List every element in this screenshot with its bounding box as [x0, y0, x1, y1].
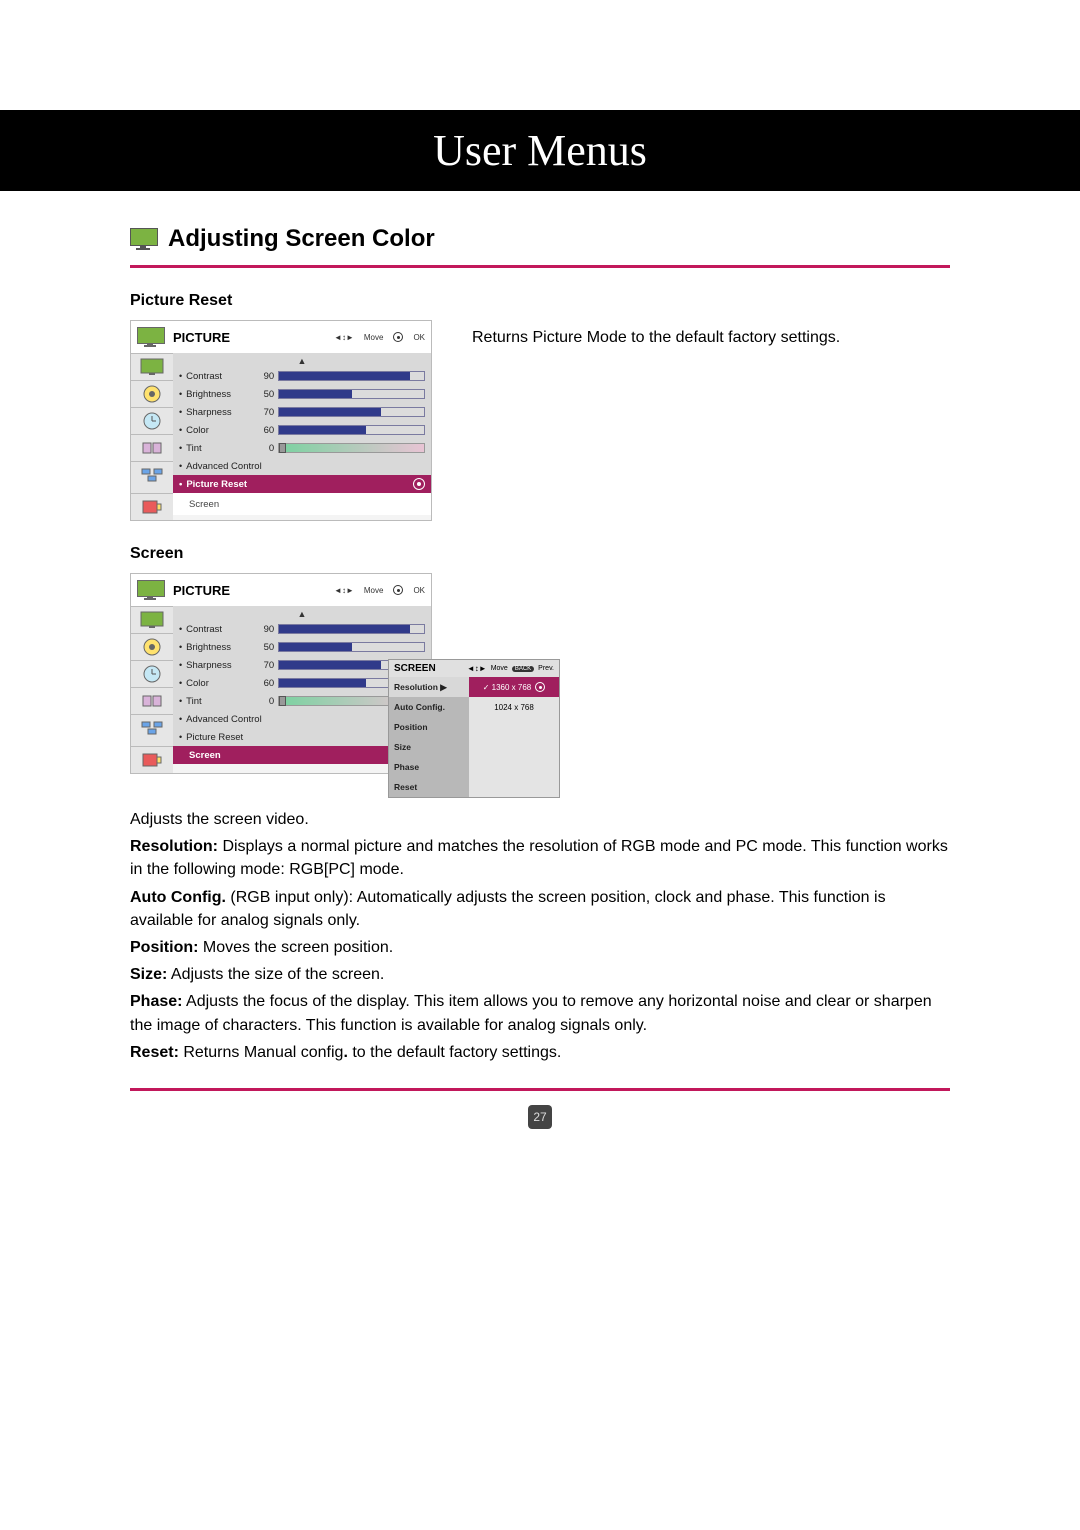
phase-description: Phase: Adjusts the focus of the display.… [130, 990, 950, 1036]
submenu-title: SCREEN [394, 663, 461, 674]
scroll-up-icon[interactable]: ▲ [173, 355, 431, 367]
sidebar-item-option[interactable] [131, 687, 173, 714]
menu-item-picture-reset-selected[interactable]: • Picture Reset [173, 475, 431, 493]
sidebar-item-audio[interactable] [131, 633, 173, 660]
osd-legend: ◄↕► Move OK [334, 585, 425, 595]
menu-item-brightness[interactable]: • Brightness 50 [173, 385, 431, 403]
footer-divider [130, 1088, 950, 1091]
sidebar-item-usb[interactable] [131, 493, 173, 520]
osd-panel-screen: PICTURE ◄↕► Move OK [130, 573, 432, 774]
page-title-bar: User Menus [0, 110, 1080, 191]
ok-icon [393, 332, 403, 342]
menu-item-tint[interactable]: • Tint 0 [173, 439, 431, 457]
submenu-item-size[interactable]: Size [389, 737, 469, 757]
page-number: 27 [528, 1105, 552, 1129]
sidebar-item-time[interactable] [131, 660, 173, 687]
nav-arrows-icon: ◄↕► [334, 586, 354, 595]
resolution-option-1024[interactable]: 1024 x 768 [469, 697, 559, 717]
nav-arrows-icon: ◄↕► [334, 333, 354, 342]
menu-item-brightness[interactable]: • Brightness 50 [173, 638, 431, 656]
menu-item-contrast[interactable]: • Contrast 90 [173, 367, 431, 385]
section-header: Adjusting Screen Color [130, 225, 950, 268]
menu-item-screen[interactable]: Screen [173, 493, 431, 515]
submenu-item-auto-config[interactable]: Auto Config. [389, 697, 469, 717]
osd-sidebar [131, 606, 173, 746]
sidebar-item-network[interactable] [131, 461, 173, 488]
reset-description: Reset: Returns Manual config. to the def… [130, 1041, 950, 1064]
submenu-legend: ◄↕► Move BACK Prev. [467, 664, 554, 673]
picture-reset-heading: Picture Reset [130, 292, 950, 310]
menu-item-advanced[interactable]: • Advanced Control [173, 457, 431, 475]
osd-title: PICTURE [173, 583, 334, 598]
auto-config-description: Auto Config. (RGB input only): Automatic… [130, 886, 950, 932]
screen-heading: Screen [130, 545, 950, 563]
osd-panel-picture-reset: PICTURE ◄↕► Move OK [130, 320, 432, 521]
selected-icon [535, 682, 545, 692]
osd-legend: ◄↕► Move OK [334, 332, 425, 342]
sidebar-item-network[interactable] [131, 714, 173, 741]
sidebar-item-time[interactable] [131, 407, 173, 434]
resolution-option-1360[interactable]: ✓ 1360 x 768 [469, 677, 559, 697]
size-description: Size: Adjusts the size of the screen. [130, 963, 950, 986]
sidebar-item-picture[interactable] [131, 353, 173, 380]
monitor-icon [130, 228, 158, 250]
monitor-icon [137, 327, 165, 347]
page-title: User Menus [433, 126, 647, 175]
menu-item-contrast[interactable]: • Contrast 90 [173, 620, 431, 638]
screen-intro: Adjusts the screen video. [130, 808, 950, 831]
menu-item-color[interactable]: • Color 60 [173, 421, 431, 439]
sidebar-item-audio[interactable] [131, 380, 173, 407]
sidebar-item-picture[interactable] [131, 606, 173, 633]
menu-item-sharpness[interactable]: • Sharpness 70 [173, 403, 431, 421]
sidebar-item-option[interactable] [131, 434, 173, 461]
submenu-item-phase[interactable]: Phase [389, 757, 469, 777]
sidebar-item-usb[interactable] [131, 746, 173, 773]
osd-sidebar [131, 353, 173, 493]
screen-submenu: SCREEN ◄↕► Move BACK Prev. Resolution ▶ … [388, 659, 560, 798]
osd-title: PICTURE [173, 330, 334, 345]
resolution-description: Resolution: Displays a normal picture an… [130, 835, 950, 881]
section-title: Adjusting Screen Color [168, 225, 435, 253]
monitor-icon [137, 580, 165, 600]
scroll-up-icon[interactable]: ▲ [173, 608, 431, 620]
submenu-item-reset[interactable]: Reset [389, 777, 469, 797]
position-description: Position: Moves the screen position. [130, 936, 950, 959]
back-icon: BACK [512, 666, 534, 672]
ok-icon [413, 478, 425, 490]
ok-icon [393, 585, 403, 595]
picture-reset-description: Returns Picture Mode to the default fact… [472, 329, 840, 346]
submenu-item-position[interactable]: Position [389, 717, 469, 737]
nav-arrows-icon: ◄↕► [467, 664, 487, 673]
submenu-item-resolution[interactable]: Resolution ▶ [389, 677, 469, 697]
